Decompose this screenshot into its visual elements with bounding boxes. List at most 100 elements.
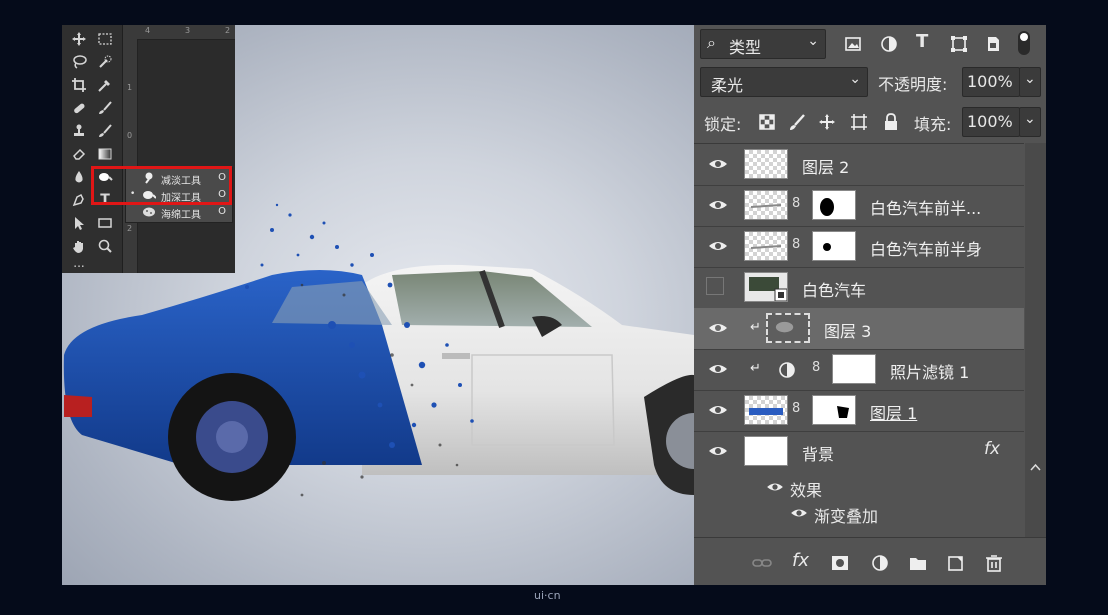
- layer-row[interactable]: 8 白色汽车前半...: [694, 185, 1024, 227]
- ruler-label: 3: [185, 26, 191, 35]
- layer-mask-thumbnail[interactable]: [812, 190, 856, 220]
- opacity-dropdown[interactable]: ⌄: [1019, 67, 1041, 97]
- lock-transparent-icon[interactable]: [758, 113, 776, 131]
- eraser-icon[interactable]: [68, 144, 90, 164]
- eye-icon[interactable]: [766, 480, 784, 494]
- link-icon[interactable]: 8: [792, 237, 804, 255]
- brush-icon[interactable]: [94, 98, 116, 118]
- sponge-tool-item[interactable]: 海绵工具 O: [126, 204, 232, 221]
- layer-mask-thumbnail[interactable]: [832, 354, 876, 384]
- layer-name: 图层 2: [802, 158, 850, 177]
- layer-thumbnail: [744, 149, 788, 179]
- layer-name: 照片滤镜 1: [890, 363, 970, 382]
- ruler-label: 2: [225, 26, 231, 35]
- adjustment-filter-icon[interactable]: [880, 35, 898, 53]
- filter-toggle[interactable]: [1018, 31, 1030, 55]
- eyedropper-icon[interactable]: [94, 75, 116, 95]
- filter-type-label: 类型: [729, 38, 762, 57]
- watermark-logo: ui·cn: [534, 589, 561, 602]
- eye-icon[interactable]: [708, 197, 728, 213]
- new-layer-icon[interactable]: [946, 554, 966, 572]
- delete-layer-icon[interactable]: [984, 554, 1004, 572]
- chevron-down-icon: ⌄: [1024, 111, 1036, 127]
- layer-row[interactable]: 8 图层 1: [694, 390, 1024, 432]
- layer-thumbnail: [744, 190, 788, 220]
- layer-name: 白色汽车前半身: [870, 240, 983, 259]
- filter-type-select[interactable]: ⌕ 类型 ⌄: [700, 29, 826, 59]
- link-icon[interactable]: 8: [792, 196, 804, 214]
- layers-scrollbar[interactable]: [1025, 143, 1046, 537]
- layer-row[interactable]: 图层 2: [694, 144, 1024, 186]
- eye-icon[interactable]: [708, 402, 728, 418]
- scroll-up-icon[interactable]: [1030, 463, 1041, 471]
- history-brush-icon[interactable]: [94, 121, 116, 141]
- opacity-input[interactable]: 100%: [962, 67, 1020, 97]
- smart-object-filter-icon[interactable]: [984, 35, 1002, 53]
- marquee-icon[interactable]: [94, 29, 116, 49]
- zoom-icon[interactable]: [94, 236, 116, 256]
- new-group-icon[interactable]: [908, 554, 928, 572]
- layers-list: 图层 2 8 白色汽车前半... 8 白色汽车前半身 白色汽车 ↵ 图层 3 ↵…: [694, 143, 1024, 538]
- healing-brush-icon[interactable]: [68, 98, 90, 118]
- link-icon[interactable]: 8: [792, 401, 804, 419]
- photoshop-window: 4 3 2 1 0 1 2 T ... 减淡工具: [62, 25, 1046, 585]
- new-adjustment-layer-icon[interactable]: [870, 554, 890, 572]
- lock-all-icon[interactable]: [882, 113, 900, 131]
- fill-dropdown[interactable]: ⌄: [1019, 107, 1041, 137]
- eye-icon[interactable]: [708, 156, 728, 172]
- shape-filter-icon[interactable]: [950, 35, 968, 53]
- layer-row-selected[interactable]: ↵ 图层 3: [694, 308, 1024, 350]
- layer-row[interactable]: 背景 fx: [694, 431, 1024, 472]
- more-tools-icon[interactable]: ...: [68, 257, 90, 277]
- blend-mode-value: 柔光: [711, 76, 744, 95]
- lock-image-icon[interactable]: [788, 113, 806, 131]
- eye-icon[interactable]: [708, 443, 728, 459]
- gradient-overlay-row[interactable]: 渐变叠加: [694, 500, 1024, 526]
- lock-artboard-icon[interactable]: [850, 113, 868, 131]
- layer-row[interactable]: 白色汽车: [694, 267, 1024, 309]
- eye-icon[interactable]: [708, 361, 728, 377]
- layer-row[interactable]: 8 白色汽车前半身: [694, 226, 1024, 268]
- eye-icon[interactable]: [790, 506, 808, 520]
- fill-input[interactable]: 100%: [962, 107, 1020, 137]
- ruler-label: 2: [127, 224, 133, 233]
- rectangle-icon[interactable]: [94, 213, 116, 233]
- effects-label: 效果: [790, 481, 823, 500]
- image-filter-icon[interactable]: [844, 35, 862, 53]
- quick-select-icon[interactable]: [94, 52, 116, 72]
- visibility-toggle-off[interactable]: [706, 277, 724, 295]
- smart-object-thumbnail: [744, 272, 788, 302]
- link-icon[interactable]: 8: [812, 360, 824, 378]
- blur-icon[interactable]: [68, 167, 90, 187]
- add-mask-icon[interactable]: [830, 554, 850, 572]
- layers-panel: ⌕ 类型 ⌄ T 柔光 ⌄ 不透明度: 100% ⌄ 锁定: 填充: 100%: [694, 25, 1046, 585]
- gradient-icon[interactable]: [94, 144, 116, 164]
- link-layers-icon[interactable]: [752, 554, 772, 572]
- effects-row[interactable]: 效果: [694, 474, 1024, 500]
- layer-thumbnail: [766, 313, 810, 343]
- move-icon[interactable]: [68, 29, 90, 49]
- clipping-mask-icon: ↵: [750, 361, 761, 376]
- ruler-label: 4: [145, 26, 151, 35]
- add-layer-style-icon[interactable]: fx: [792, 550, 809, 571]
- crop-icon[interactable]: [68, 75, 90, 95]
- lasso-icon[interactable]: [68, 52, 90, 72]
- type-filter-icon[interactable]: T: [916, 31, 928, 52]
- hand-icon[interactable]: [68, 236, 90, 256]
- layer-mask-thumbnail[interactable]: [812, 395, 856, 425]
- blend-mode-select[interactable]: 柔光 ⌄: [700, 67, 868, 97]
- eye-icon[interactable]: [708, 320, 728, 336]
- pen-icon[interactable]: [68, 190, 90, 210]
- lock-position-icon[interactable]: [818, 113, 836, 131]
- stamp-icon[interactable]: [68, 121, 90, 141]
- document-pasteboard: [138, 40, 235, 273]
- eye-icon[interactable]: [708, 238, 728, 254]
- layer-row[interactable]: ↵ 8 照片滤镜 1: [694, 349, 1024, 391]
- path-select-icon[interactable]: [68, 213, 90, 233]
- layer-effects-icon[interactable]: fx: [984, 439, 1000, 459]
- layer-name: 图层 1: [870, 404, 918, 423]
- chevron-down-icon: ⌄: [849, 71, 861, 87]
- layer-mask-thumbnail[interactable]: [812, 231, 856, 261]
- layer-name: 白色汽车: [802, 281, 867, 300]
- layer-thumbnail: [744, 436, 788, 466]
